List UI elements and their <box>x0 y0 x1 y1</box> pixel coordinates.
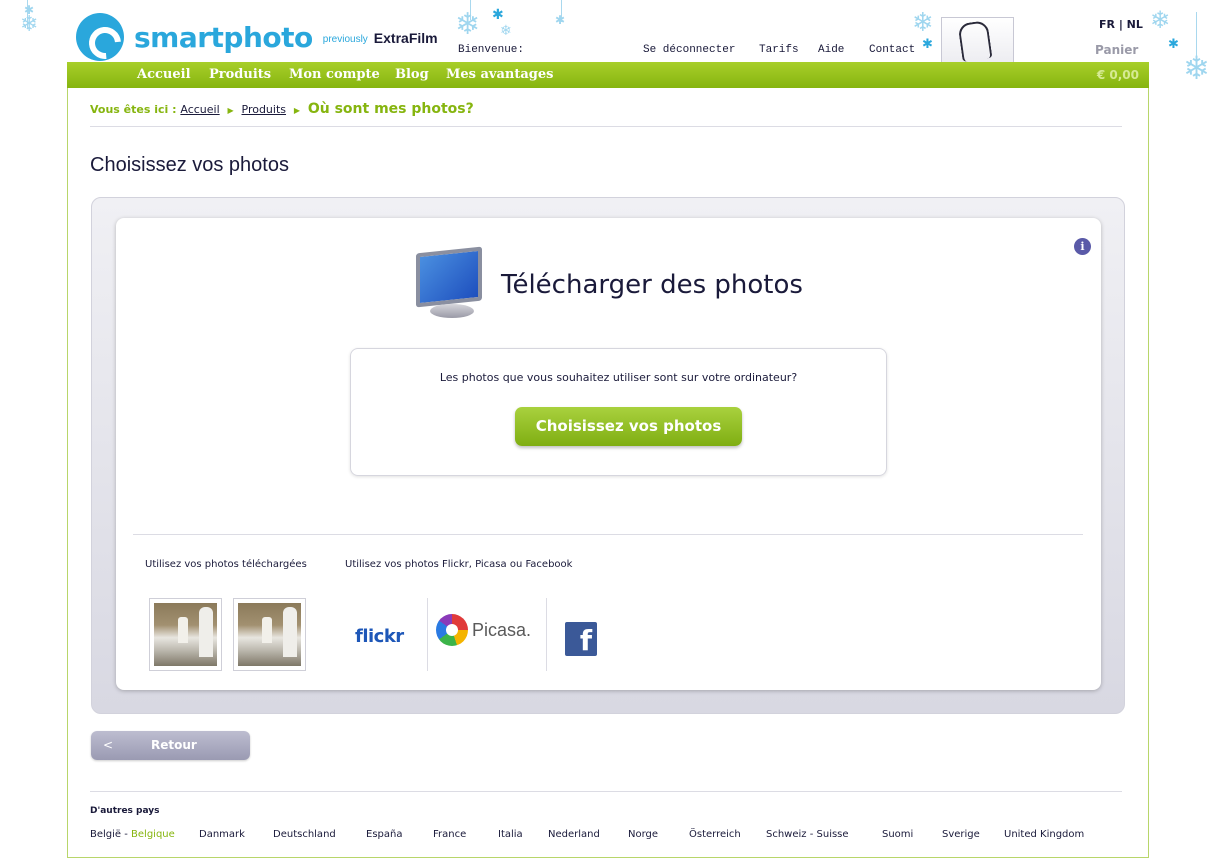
other-countries-heading: D'autres pays <box>90 806 160 816</box>
country-link[interactable]: Deutschland <box>273 829 336 840</box>
upload-title: Télécharger des photos <box>501 270 803 300</box>
main-nav: Accueil Produits Mon compte Blog Mes ava… <box>67 62 1149 88</box>
breadcrumb-arrow-icon: ▶ <box>293 106 301 115</box>
facebook-button[interactable]: f <box>565 622 597 656</box>
info-icon[interactable]: i <box>1074 238 1091 255</box>
upload-question: Les photos que vous souhaitez utiliser s… <box>439 371 798 384</box>
contact-link[interactable]: Contact <box>869 44 915 56</box>
breadcrumb-produits[interactable]: Produits <box>242 103 287 116</box>
country-link-belgium[interactable]: België - Belgique <box>90 829 175 840</box>
logo-wordmark: smartphoto <box>134 20 313 54</box>
page-title: Choisissez vos photos <box>90 154 289 176</box>
breadcrumb-current: Où sont mes photos? <box>307 101 474 117</box>
snowflake-icon: ✱ <box>24 3 35 17</box>
country-link[interactable]: Schweiz - Suisse <box>766 829 849 840</box>
country-link[interactable]: España <box>366 829 402 840</box>
choose-photos-button[interactable]: Choisissez vos photos <box>515 407 742 446</box>
bag-handle <box>957 20 993 62</box>
flickr-button[interactable]: flickr <box>355 626 404 647</box>
snowflake-icon: ✱ <box>922 37 933 52</box>
country-link[interactable]: Italia <box>498 829 523 840</box>
country-belgie: België - <box>90 829 132 840</box>
nav-blog[interactable]: Blog <box>395 67 429 82</box>
welcome-text: Bienvenue: <box>458 44 525 56</box>
breadcrumb: Vous êtes ici : Accueil ▶ Produits ▶ Où … <box>90 101 474 117</box>
uploaded-photo-thumbnail[interactable] <box>233 598 306 671</box>
country-link[interactable]: Österreich <box>689 829 741 840</box>
back-label: Retour <box>151 738 197 752</box>
breadcrumb-arrow-icon: ▶ <box>227 106 234 115</box>
breadcrumb-prefix: Vous êtes ici : <box>90 103 177 116</box>
facebook-icon: f <box>579 624 592 656</box>
country-belgique: Belgique <box>131 829 175 840</box>
photo-thumbnail-image <box>238 603 301 666</box>
nav-mes-avantages[interactable]: Mes avantages <box>446 67 553 82</box>
snowflake-icon: ✱ <box>492 7 504 23</box>
computer-monitor-icon <box>416 246 482 308</box>
snowflake-icon: ❄ <box>912 8 934 38</box>
divider <box>90 791 1122 792</box>
photo-thumbnail-image <box>154 603 217 666</box>
snowflake-icon: ✱ <box>1168 37 1179 52</box>
snowflake-icon: ❄ <box>20 12 39 37</box>
divider <box>546 598 547 671</box>
site-logo[interactable]: smartphoto previously ExtraFilm <box>76 13 438 61</box>
uploaded-photos-label: Utilisez vos photos téléchargées <box>145 559 307 570</box>
logo-extrafilm: ExtraFilm <box>373 30 438 46</box>
snowflake-icon: ❄ <box>1150 6 1171 34</box>
picasa-button[interactable]: Picasa. <box>436 614 531 646</box>
country-link[interactable]: Nederland <box>548 829 600 840</box>
country-link[interactable]: United Kingdom <box>1004 829 1084 840</box>
snowflake-icon: ✱ <box>555 13 566 27</box>
logo-mark <box>76 13 124 61</box>
country-link[interactable]: Sverige <box>942 829 980 840</box>
country-link[interactable]: Suomi <box>882 829 913 840</box>
divider <box>133 534 1083 535</box>
logout-link[interactable]: Se déconnecter <box>643 44 735 56</box>
monitor-stand <box>430 304 474 318</box>
snowflake-icon: ❄ <box>455 7 481 42</box>
uploaded-photo-thumbnail[interactable] <box>149 598 222 671</box>
nav-mon-compte[interactable]: Mon compte <box>289 67 380 82</box>
breadcrumb-accueil[interactable]: Accueil <box>180 103 219 116</box>
chevron-left-icon: < <box>103 738 114 752</box>
flickr-logo: flickr <box>355 626 404 647</box>
online-photos-label: Utilisez vos photos Flickr, Picasa ou Fa… <box>345 559 573 570</box>
divider <box>90 126 1122 127</box>
snowflake-icon: ❄ <box>1183 49 1210 87</box>
cart-total[interactable]: € 0,00 <box>1097 68 1139 82</box>
pricing-link[interactable]: Tarifs <box>759 44 799 56</box>
logo-previously: previously <box>322 33 368 45</box>
cart-label[interactable]: Panier <box>1095 43 1138 57</box>
divider <box>427 598 428 671</box>
country-link[interactable]: Norge <box>628 829 658 840</box>
country-link[interactable]: France <box>433 829 466 840</box>
picasa-label: Picasa. <box>472 619 532 640</box>
back-button[interactable]: < Retour <box>91 731 250 760</box>
help-link[interactable]: Aide <box>818 44 844 56</box>
snowflake-icon: ❄ <box>500 23 512 39</box>
picasa-icon <box>436 614 468 646</box>
nav-accueil[interactable]: Accueil <box>137 67 191 82</box>
country-link[interactable]: Danmark <box>199 829 245 840</box>
language-switch[interactable]: FR | NL <box>1099 18 1143 31</box>
nav-produits[interactable]: Produits <box>209 67 271 82</box>
